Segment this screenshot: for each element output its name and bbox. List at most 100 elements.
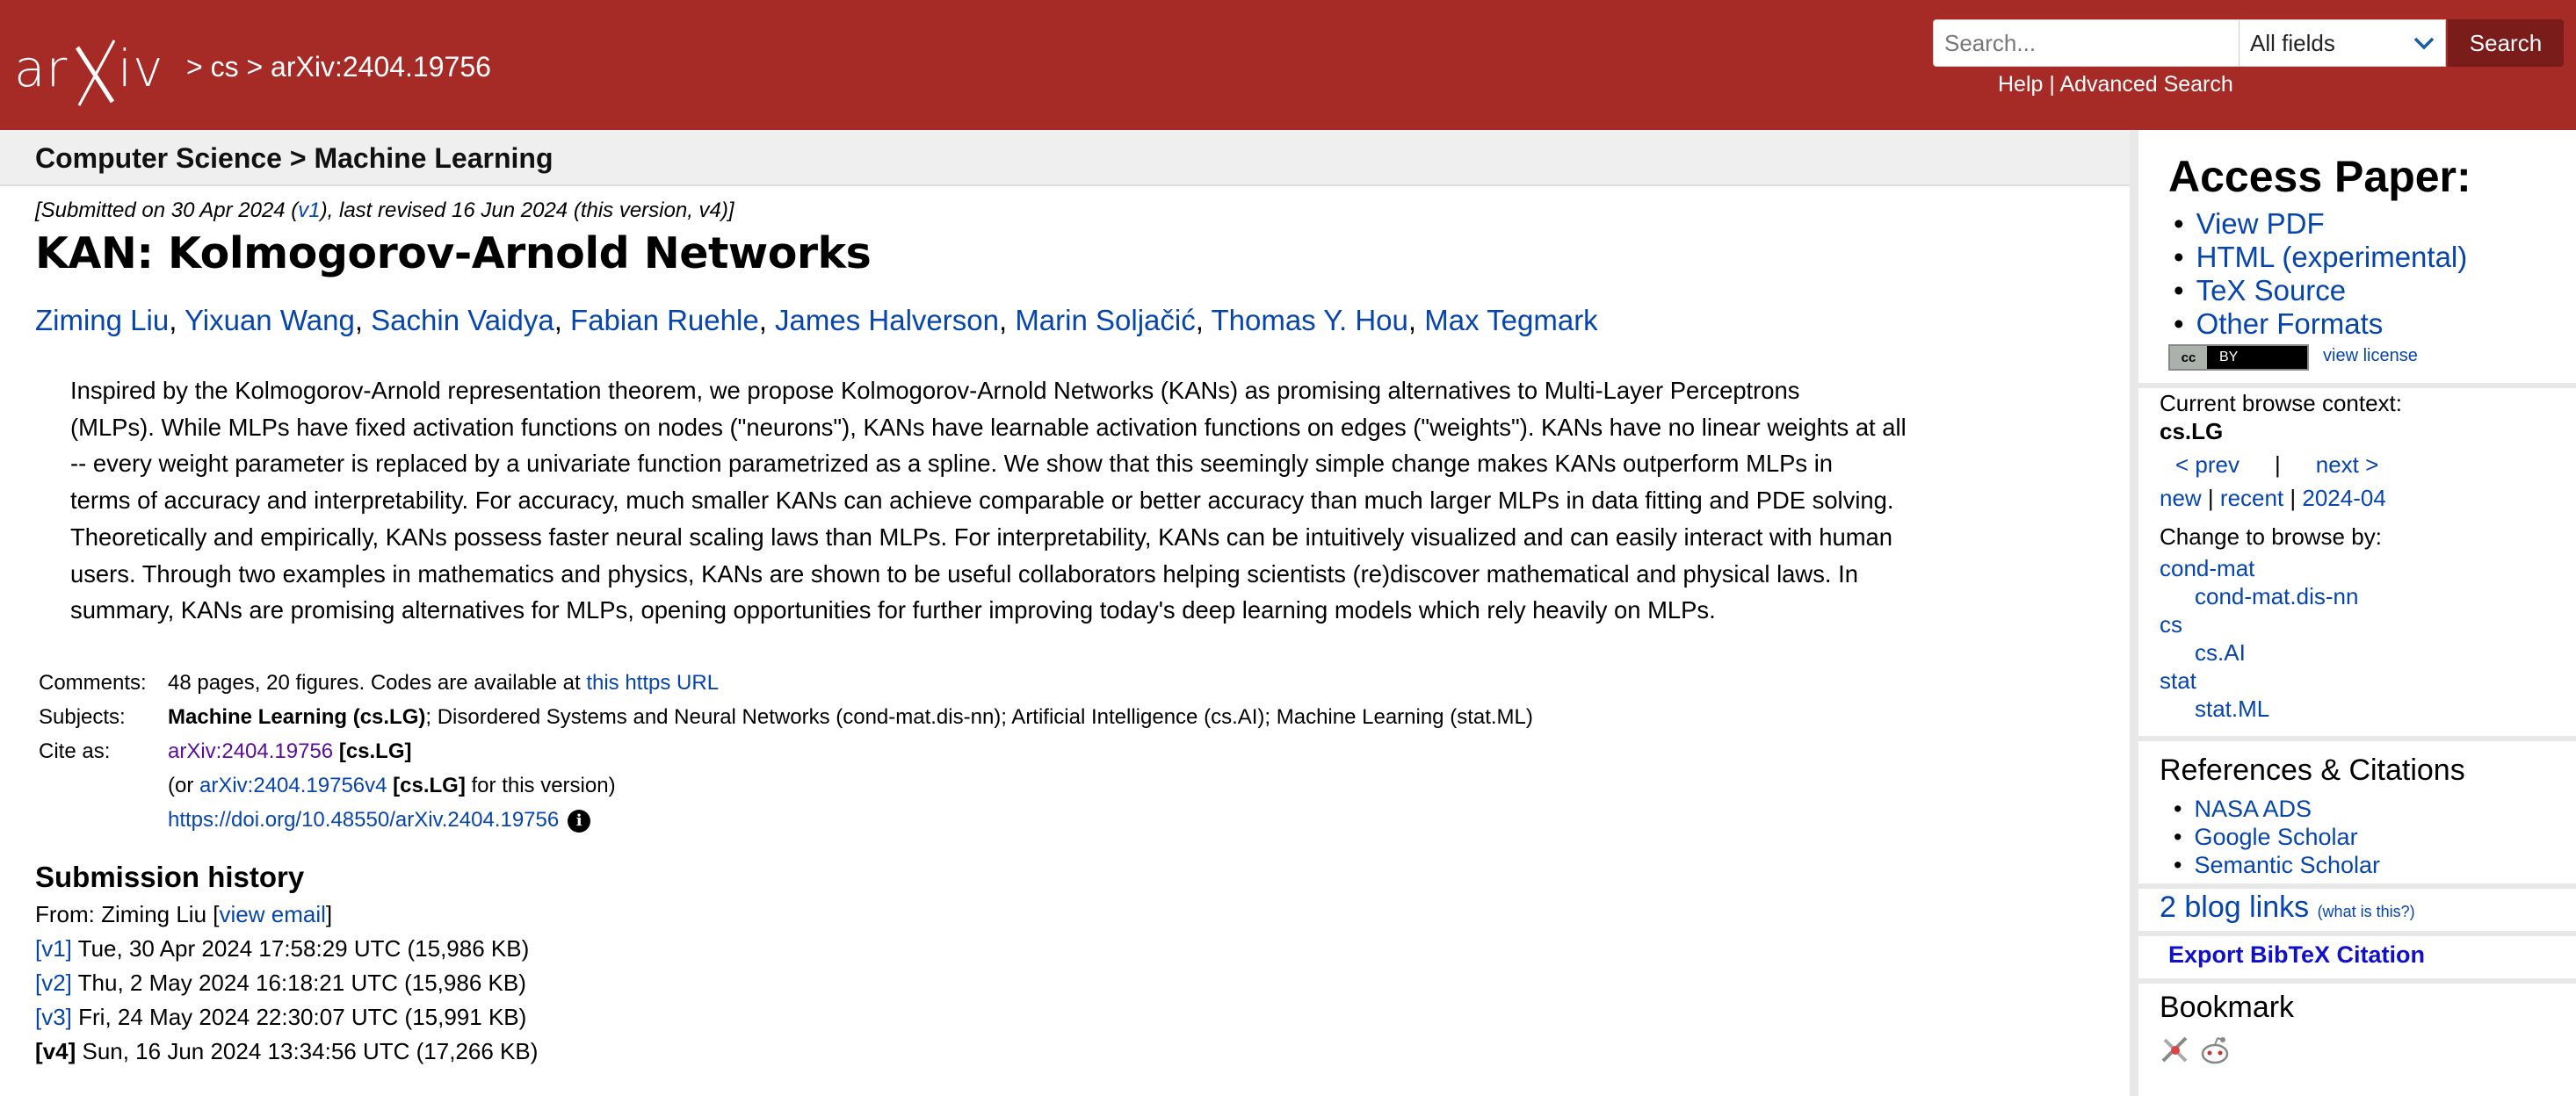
view-email-link[interactable]: view email (220, 901, 326, 927)
dateline-post: ), last revised 16 Jun 2024 (this versio… (320, 198, 734, 222)
change-browse-label: Change to browse by: (2160, 523, 2382, 550)
info-icon[interactable]: i (568, 809, 591, 833)
advanced-search-link[interactable]: Advanced Search (2059, 72, 2232, 97)
doi-link[interactable]: https://doi.org/10.48550/arXiv.2404.1975… (168, 808, 559, 832)
tex-source-link[interactable]: TeX Source (2196, 274, 2347, 306)
other-subjects: ; Disordered Systems and Neural Networks… (425, 705, 1533, 729)
version-row: [v3] Fri, 24 May 2024 22:30:07 UTC (15,9… (35, 1004, 526, 1031)
browse-cond-mat-link[interactable]: cond-mat (2160, 555, 2254, 582)
version-link[interactable]: [v1] (35, 935, 72, 962)
dateline: [Submitted on 30 Apr 2024 (v1), last rev… (35, 198, 734, 223)
html-link[interactable]: HTML (experimental) (2196, 241, 2468, 273)
abstract-line: terms of accuracy and interpretability. … (70, 487, 1894, 515)
version-info: Thu, 2 May 2024 16:18:21 UTC (15,986 KB) (71, 970, 526, 996)
cc-badge-text: BY (2219, 350, 2239, 364)
search-form: All fields Search (1933, 19, 2564, 67)
prev-link[interactable]: < prev (2175, 451, 2240, 478)
chevron-down-icon (2413, 37, 2435, 50)
cc-icon: cc (2170, 346, 2207, 369)
abstract-line: summary, KANs are promising alternatives… (70, 596, 1716, 624)
sidebar: Access Paper: View PDF HTML (experimenta… (2130, 130, 2576, 1096)
dateline-v1-link[interactable]: v1 (298, 198, 320, 222)
field-select[interactable]: All fields (2239, 19, 2446, 67)
view-pdf-link[interactable]: View PDF (2196, 207, 2325, 240)
author-link[interactable]: Ziming Liu (35, 304, 169, 336)
field-select-value: All fields (2250, 29, 2335, 56)
recent-link[interactable]: recent (2220, 485, 2283, 511)
version-row: [v4] Sun, 16 Jun 2024 13:34:56 UTC (17,2… (35, 1038, 538, 1065)
help-link[interactable]: Help (1998, 72, 2043, 97)
abstract-line: (MLPs). While MLPs have fixed activation… (70, 413, 1907, 441)
new-link[interactable]: new (2160, 485, 2202, 511)
cite2-tag: [cs.LG] (387, 774, 466, 797)
author-link[interactable]: Sachin Vaidya (371, 304, 554, 336)
access-item: Other Formats (2174, 307, 2384, 341)
arxiv-logo-mark: ar iv (14, 39, 163, 106)
reddit-icon[interactable] (2198, 1035, 2232, 1066)
semantic-scholar-link[interactable]: Semantic Scholar (2194, 852, 2380, 878)
svg-text:ar: ar (14, 39, 68, 98)
main-content: Computer Science > Machine Learning [Sub… (0, 130, 2130, 1096)
author-link[interactable]: Marin Soljačić (1015, 304, 1195, 336)
author-link[interactable]: James Halverson (775, 304, 999, 336)
browse-cs-link[interactable]: cs (2160, 611, 2182, 638)
browse-cond-mat-dis-nn-link[interactable]: cond-mat.dis-nn (2195, 583, 2358, 610)
author-link[interactable]: Yixuan Wang (185, 304, 355, 336)
bookmark-title: Bookmark (2160, 991, 2295, 1024)
author-link[interactable]: Max Tegmark (1424, 304, 1597, 336)
subjects-value: Machine Learning (cs.LG); Disordered Sys… (168, 705, 1533, 730)
browse-context-label: Current browse context: (2160, 390, 2403, 416)
version-link[interactable]: [v2] (35, 970, 72, 996)
browse-lists: new | recent | 2024-04 (2160, 485, 2386, 511)
sidebar-divider (2138, 383, 2576, 388)
search-button[interactable]: Search (2448, 19, 2564, 67)
search-input[interactable] (1933, 19, 2239, 67)
blog-links-link[interactable]: 2 blog links (2160, 890, 2309, 924)
view-license-link[interactable]: view license (2323, 346, 2418, 366)
subject-bar: Computer Science > Machine Learning (0, 130, 2130, 186)
code-url-link[interactable]: this https URL (586, 671, 719, 695)
from-row: From: Ziming Liu [view email] (35, 901, 332, 928)
submission-history-title: Submission history (35, 861, 305, 893)
cite-version-link[interactable]: arXiv:2404.19756v4 (199, 774, 387, 797)
header-separator: | (2043, 72, 2060, 97)
from-pre: From: Ziming Liu [ (35, 901, 220, 927)
version-row: [v1] Tue, 30 Apr 2024 17:58:29 UTC (15,9… (35, 935, 529, 963)
doi-value: https://doi.org/10.48550/arXiv.2404.1975… (168, 808, 591, 833)
author-link[interactable]: Fabian Ruehle (570, 304, 759, 336)
access-item: HTML (experimental) (2174, 241, 2468, 274)
cite-label: Cite as: (39, 739, 111, 763)
google-scholar-link[interactable]: Google Scholar (2194, 824, 2357, 850)
what-is-this-link[interactable]: (what is this?) (2318, 903, 2415, 920)
nasa-ads-link[interactable]: NASA ADS (2194, 796, 2312, 822)
browse-stat-link[interactable]: stat (2160, 667, 2196, 695)
refs-item: Google Scholar (2174, 824, 2357, 851)
sidebar-divider (2138, 883, 2576, 889)
bookmark-icons (2160, 1035, 2232, 1066)
other-formats-link[interactable]: Other Formats (2196, 307, 2384, 340)
refs-item: NASA ADS (2174, 796, 2312, 823)
sidebar-divider (2138, 736, 2576, 741)
primary-subject: Machine Learning (cs.LG) (168, 705, 426, 729)
author-list: Ziming Liu, Yixuan Wang, Sachin Vaidya, … (35, 304, 1598, 336)
author-link[interactable]: Thomas Y. Hou (1211, 304, 1407, 336)
cc-license-badge[interactable]: cc BY (2168, 344, 2309, 371)
cite2-pre: (or (168, 774, 199, 797)
browse-cs-ai-link[interactable]: cs.AI (2195, 639, 2246, 667)
bibsonomy-icon[interactable] (2160, 1035, 2191, 1066)
next-link[interactable]: next > (2316, 451, 2379, 478)
access-item: TeX Source (2174, 274, 2347, 307)
export-bibtex-link[interactable]: Export BibTeX Citation (2168, 941, 2425, 969)
browse-stat-ml-link[interactable]: stat.ML (2195, 696, 2269, 723)
current-version-label: [v4] (35, 1038, 76, 1064)
sidebar-divider (2138, 978, 2576, 984)
version-link[interactable]: [v3] (35, 1004, 72, 1030)
month-link[interactable]: 2024-04 (2302, 485, 2385, 511)
site-header: ar iv arXiv > cs > arXiv:2404.19756 All … (0, 0, 2576, 130)
browse-nav-bar: | (2275, 451, 2281, 478)
breadcrumb[interactable]: > cs > arXiv:2404.19756 (186, 51, 491, 83)
cite-value: arXiv:2404.19756 [cs.LG] (168, 739, 412, 764)
cite-id-link[interactable]: arXiv:2404.19756 (168, 739, 333, 763)
abstract-line: Theoretically and empirically, KANs poss… (70, 523, 1892, 551)
blog-links-row: 2 blog links (what is this?) (2160, 890, 2415, 925)
